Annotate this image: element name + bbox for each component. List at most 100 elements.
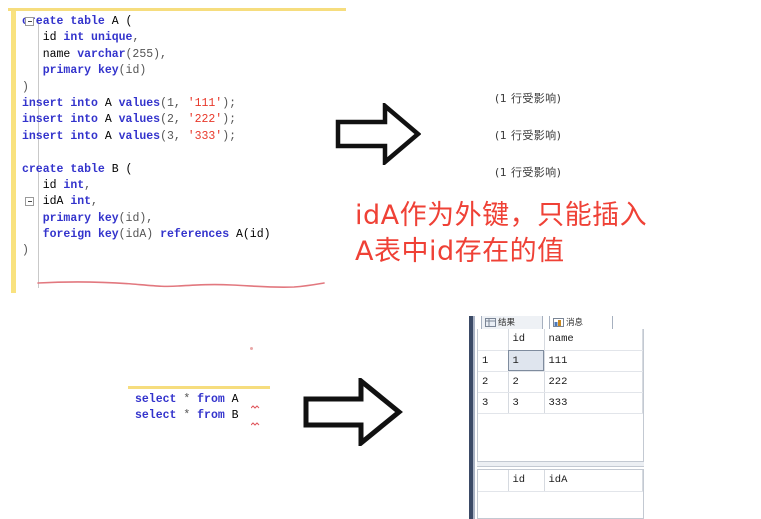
code-token: (id) xyxy=(118,64,147,78)
code-line: primary key(id), xyxy=(22,211,271,227)
table-cell-name[interactable]: 111 xyxy=(544,350,643,372)
red-squiggle xyxy=(251,422,260,426)
table-cell-num[interactable]: 1 xyxy=(478,350,509,372)
code-token: int xyxy=(63,31,85,45)
code-token: into xyxy=(70,129,98,143)
code-token: select xyxy=(135,409,177,423)
results-grid-b[interactable]: id idA xyxy=(477,469,644,519)
sql-code-top[interactable]: create table A ( id int unique, name var… xyxy=(22,14,271,260)
code-token: values xyxy=(118,96,161,110)
table-cell-name[interactable]: 333 xyxy=(544,392,643,414)
table-row[interactable]: 2 2 222 xyxy=(478,371,643,393)
code-line: select * from B xyxy=(135,408,260,426)
code-token: ); xyxy=(222,96,237,110)
results-tabstrip[interactable]: 结果 消息 xyxy=(477,316,644,329)
code-line: ) xyxy=(22,243,271,259)
code-token: A xyxy=(224,393,239,406)
code-token: '222' xyxy=(187,113,223,127)
message-line: (1 行受影响) xyxy=(495,166,562,179)
code-token: int xyxy=(63,178,85,192)
message-line: (1 行受影响) xyxy=(495,129,562,142)
code-token: int xyxy=(70,195,92,209)
red-squiggle xyxy=(251,405,260,410)
tab-messages-label: 消息 xyxy=(566,318,584,328)
code-token: (255), xyxy=(125,47,167,61)
stray-red-dot xyxy=(250,347,253,350)
code-token: (id), xyxy=(118,211,154,225)
code-token: B ( xyxy=(104,162,133,176)
code-token: (3, xyxy=(160,129,188,143)
tab-messages[interactable]: 消息 xyxy=(549,316,613,329)
code-token: values xyxy=(118,129,161,143)
code-line: create table A ( xyxy=(22,14,271,30)
table-cell-id[interactable]: 3 xyxy=(508,392,545,414)
grid-splitter[interactable] xyxy=(477,461,644,467)
code-line: ) xyxy=(22,80,271,96)
fold-marker-create-b[interactable] xyxy=(25,197,34,206)
table-row[interactable]: 1 1 111 xyxy=(478,350,643,372)
code-line: select * from A xyxy=(135,392,260,410)
code-token: from xyxy=(197,409,225,423)
results-table-a: id name 1 1 111 2 2 222 3 3 333 xyxy=(478,329,643,414)
code-token: primary xyxy=(42,64,92,78)
code-line: insert into A values(2, '222'); xyxy=(22,112,271,128)
fold-marker-create-a[interactable] xyxy=(25,17,34,26)
code-token: insert xyxy=(22,113,64,127)
editor-top-rule xyxy=(8,8,346,11)
tab-results[interactable]: 结果 xyxy=(481,316,543,329)
code-token: key xyxy=(97,228,119,242)
table-cell-id[interactable]: 2 xyxy=(508,371,545,393)
sql-editor-top[interactable]: create table A ( id int unique, name var… xyxy=(8,8,346,293)
code-token: ); xyxy=(222,129,237,143)
messages-output: (1 行受影响) (1 行受影响) (1 行受影响) xyxy=(495,90,561,201)
code-line: name varchar(255), xyxy=(22,47,271,63)
results-table-b: id idA xyxy=(478,470,643,492)
sql-code-bottom[interactable]: select * from Aselect * from B xyxy=(135,392,260,426)
code-token: values xyxy=(118,113,161,127)
code-token: into xyxy=(70,113,98,127)
code-token: ); xyxy=(222,113,237,127)
table-header-row: id idA xyxy=(478,470,643,492)
code-token: insert xyxy=(22,96,64,110)
code-token: foreign xyxy=(42,228,92,242)
code-token: A xyxy=(97,113,119,127)
code-token: A xyxy=(97,129,119,143)
code-token: unique xyxy=(91,31,133,45)
editor-change-margin xyxy=(11,11,16,293)
col-header-rownum xyxy=(478,470,509,492)
flow-arrow-top xyxy=(335,103,421,165)
code-line: create table B ( xyxy=(22,162,271,178)
code-token: select xyxy=(135,393,177,406)
code-token: key xyxy=(97,64,119,78)
code-token: id xyxy=(22,178,64,192)
results-grid-a[interactable]: id name 1 1 111 2 2 222 3 3 333 xyxy=(477,329,644,462)
table-cell-num[interactable]: 2 xyxy=(478,371,509,393)
table-cell-name[interactable]: 222 xyxy=(544,371,643,393)
code-token: '333' xyxy=(187,129,223,143)
code-token: references xyxy=(160,228,230,242)
sql-editor-bottom[interactable]: select * from Aselect * from B xyxy=(128,386,270,432)
annotation-line-2: A表中id存在的值 xyxy=(355,236,565,267)
code-token: insert xyxy=(22,129,64,143)
red-annotation: idA作为外键，只能插入 A表中id存在的值 xyxy=(355,198,755,270)
code-token: ) xyxy=(22,244,29,258)
tab-results-label: 结果 xyxy=(498,318,516,328)
table-row[interactable]: 3 3 333 xyxy=(478,392,643,414)
code-line: foreign key(idA) references A(id) xyxy=(22,227,271,243)
code-token: table xyxy=(70,162,105,176)
code-token: create xyxy=(22,162,64,176)
col-header-id: id xyxy=(508,329,545,351)
table-cell-id[interactable]: 1 xyxy=(508,350,545,372)
code-token: A(id) xyxy=(229,228,271,242)
code-line: id int, xyxy=(22,178,271,194)
code-token: , xyxy=(91,195,98,209)
grid-icon xyxy=(485,318,496,327)
code-token: varchar xyxy=(77,47,126,61)
code-token: id xyxy=(22,31,64,45)
table-cell-num[interactable]: 3 xyxy=(478,392,509,414)
